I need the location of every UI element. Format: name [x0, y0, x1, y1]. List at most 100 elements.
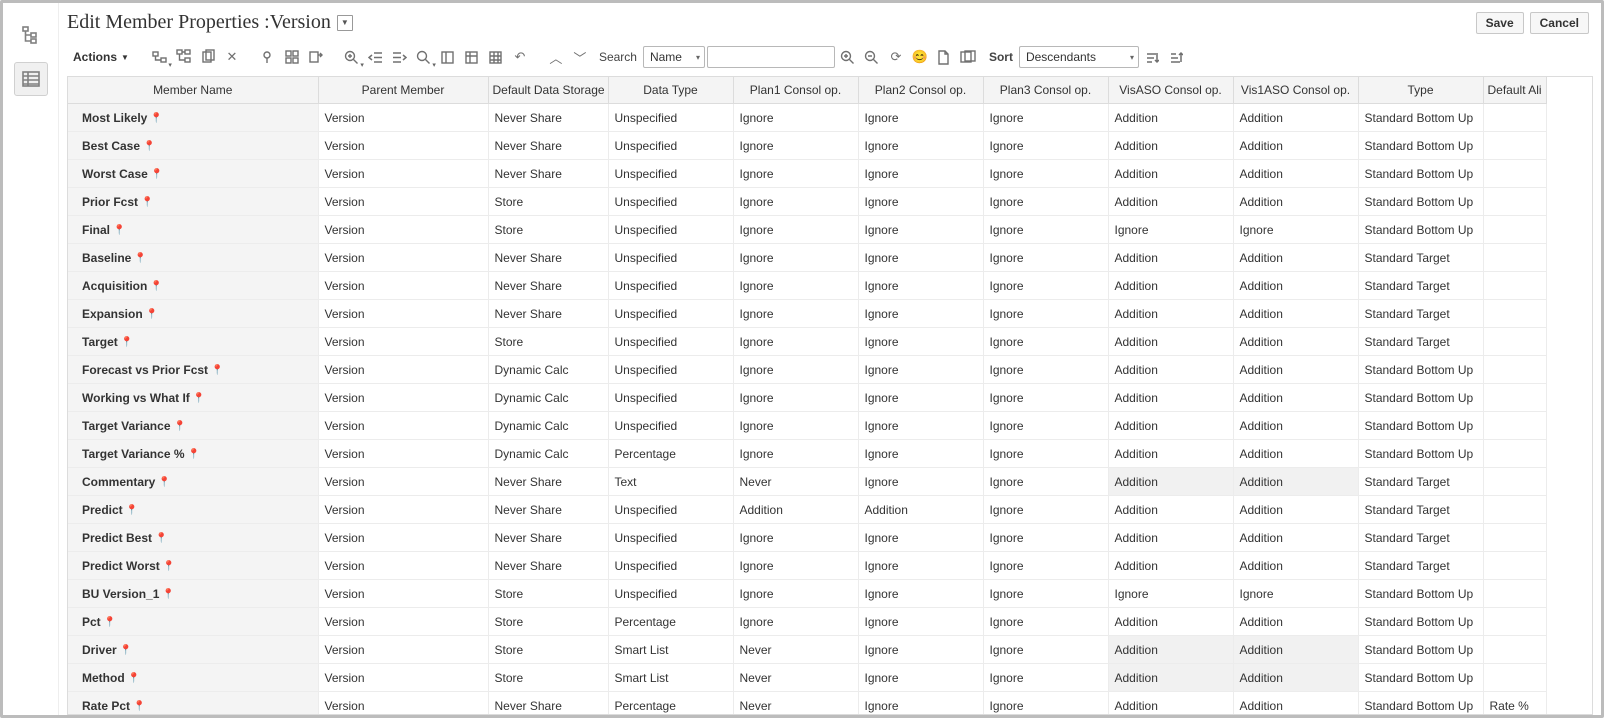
table-cell[interactable]: Rate Pct📍 — [68, 692, 318, 716]
table-cell[interactable] — [1483, 328, 1546, 356]
column-header[interactable]: Type — [1358, 77, 1483, 104]
table-cell[interactable]: Ignore — [858, 664, 983, 692]
table-cell[interactable]: Addition — [1233, 272, 1358, 300]
table-cell[interactable]: Ignore — [733, 384, 858, 412]
table-cell[interactable]: Addition — [858, 496, 983, 524]
table-row[interactable]: Worst Case📍VersionNever ShareUnspecified… — [68, 160, 1546, 188]
table-cell[interactable]: Never — [733, 636, 858, 664]
table-cell[interactable]: Ignore — [858, 160, 983, 188]
table-cell[interactable]: Percentage — [608, 692, 733, 716]
table-cell[interactable]: Addition — [1108, 412, 1233, 440]
table-cell[interactable]: Ignore — [983, 664, 1108, 692]
table-cell[interactable]: Addition — [1233, 608, 1358, 636]
table-cell[interactable]: Standard Target — [1358, 524, 1483, 552]
table-cell[interactable]: Ignore — [858, 384, 983, 412]
table-cell[interactable]: Store — [488, 216, 608, 244]
search-by-select[interactable]: Name ▾ — [643, 46, 705, 68]
table-cell[interactable]: Ignore — [858, 580, 983, 608]
table-cell[interactable]: Unspecified — [608, 244, 733, 272]
table-cell[interactable]: Method📍 — [68, 664, 318, 692]
table-cell[interactable]: Standard Bottom Up — [1358, 636, 1483, 664]
table-cell[interactable]: Dynamic Calc — [488, 384, 608, 412]
table-cell[interactable]: Forecast vs Prior Fcst📍 — [68, 356, 318, 384]
grid-lines-icon[interactable] — [485, 46, 507, 68]
table-cell[interactable]: Standard Bottom Up — [1358, 664, 1483, 692]
table-cell[interactable]: Ignore — [733, 328, 858, 356]
table-cell[interactable]: Ignore — [983, 552, 1108, 580]
table-cell[interactable]: Never Share — [488, 244, 608, 272]
table-cell[interactable]: Ignore — [858, 356, 983, 384]
column-header[interactable]: Plan1 Consol op. — [733, 77, 858, 104]
table-cell[interactable]: Unspecified — [608, 160, 733, 188]
table-cell[interactable]: Ignore — [733, 524, 858, 552]
indent-right-icon[interactable] — [389, 46, 411, 68]
table-cell[interactable]: Store — [488, 664, 608, 692]
table-cell[interactable]: Ignore — [858, 272, 983, 300]
properties-icon[interactable] — [281, 46, 303, 68]
table-cell[interactable]: Ignore — [983, 244, 1108, 272]
table-cell[interactable]: Ignore — [858, 692, 983, 716]
table-cell[interactable]: Unspecified — [608, 300, 733, 328]
table-cell[interactable]: Never Share — [488, 524, 608, 552]
table-cell[interactable]: Addition — [1233, 664, 1358, 692]
table-cell[interactable]: Unspecified — [608, 104, 733, 132]
table-cell[interactable]: Addition — [1108, 328, 1233, 356]
export-icon[interactable] — [305, 46, 327, 68]
members-table-wrap[interactable]: Member NameParent MemberDefault Data Sto… — [67, 76, 1593, 715]
table-cell[interactable]: Ignore — [733, 356, 858, 384]
table-cell[interactable]: Smart List — [608, 636, 733, 664]
table-cell[interactable]: Driver📍 — [68, 636, 318, 664]
table-cell[interactable]: Version — [318, 496, 488, 524]
table-cell[interactable]: Unspecified — [608, 216, 733, 244]
table-cell[interactable]: Version — [318, 692, 488, 716]
table-cell[interactable]: Target Variance %📍 — [68, 440, 318, 468]
table-cell[interactable]: Store — [488, 608, 608, 636]
table-cell[interactable]: Addition — [1233, 132, 1358, 160]
table-cell[interactable]: Standard Bottom Up — [1358, 412, 1483, 440]
table-cell[interactable]: Addition — [1233, 552, 1358, 580]
table-cell[interactable]: Commentary📍 — [68, 468, 318, 496]
table-cell[interactable]: Addition — [1108, 552, 1233, 580]
table-cell[interactable]: Ignore — [1108, 216, 1233, 244]
table-cell[interactable]: Ignore — [983, 272, 1108, 300]
table-cell[interactable] — [1483, 496, 1546, 524]
table-cell[interactable] — [1483, 664, 1546, 692]
table-cell[interactable]: Addition — [1233, 384, 1358, 412]
table-cell[interactable]: Addition — [1108, 300, 1233, 328]
table-cell[interactable]: Addition — [1108, 384, 1233, 412]
add-sibling-icon[interactable]: ▾ — [149, 46, 171, 68]
table-cell[interactable]: Ignore — [858, 132, 983, 160]
table-cell[interactable]: Version — [318, 580, 488, 608]
table-cell[interactable]: Standard Bottom Up — [1358, 692, 1483, 716]
table-row[interactable]: Rate Pct📍VersionNever SharePercentageNev… — [68, 692, 1546, 716]
table-cell[interactable]: Ignore — [983, 636, 1108, 664]
indent-left-icon[interactable] — [365, 46, 387, 68]
table-cell[interactable]: Never — [733, 692, 858, 716]
table-cell[interactable]: Addition — [1233, 412, 1358, 440]
zoom-in-icon[interactable]: ▾ — [341, 46, 363, 68]
table-row[interactable]: Most Likely📍VersionNever ShareUnspecifie… — [68, 104, 1546, 132]
freeze-col-icon[interactable] — [437, 46, 459, 68]
table-row[interactable]: Predict📍VersionNever ShareUnspecifiedAdd… — [68, 496, 1546, 524]
table-row[interactable]: Prior Fcst📍VersionStoreUnspecifiedIgnore… — [68, 188, 1546, 216]
table-row[interactable]: Target Variance📍VersionDynamic CalcUnspe… — [68, 412, 1546, 440]
table-cell[interactable]: Ignore — [983, 132, 1108, 160]
table-cell[interactable]: Ignore — [858, 524, 983, 552]
table-cell[interactable] — [1483, 552, 1546, 580]
table-cell[interactable]: Standard Bottom Up — [1358, 608, 1483, 636]
table-cell[interactable]: Ignore — [983, 608, 1108, 636]
table-cell[interactable]: Ignore — [858, 412, 983, 440]
search-prev-icon[interactable] — [837, 46, 859, 68]
table-row[interactable]: Target📍VersionStoreUnspecifiedIgnoreIgno… — [68, 328, 1546, 356]
table-cell[interactable]: Addition — [1233, 468, 1358, 496]
table-cell[interactable]: Never Share — [488, 468, 608, 496]
table-row[interactable]: Best Case📍VersionNever ShareUnspecifiedI… — [68, 132, 1546, 160]
table-cell[interactable] — [1483, 636, 1546, 664]
zoom-fit-icon[interactable]: ▾ — [413, 46, 435, 68]
column-header[interactable]: Default Data Storage — [488, 77, 608, 104]
table-cell[interactable]: Addition — [1108, 692, 1233, 716]
table-cell[interactable]: Predict Worst📍 — [68, 552, 318, 580]
table-cell[interactable]: Ignore — [983, 412, 1108, 440]
table-cell[interactable]: Version — [318, 272, 488, 300]
table-cell[interactable]: Ignore — [983, 356, 1108, 384]
